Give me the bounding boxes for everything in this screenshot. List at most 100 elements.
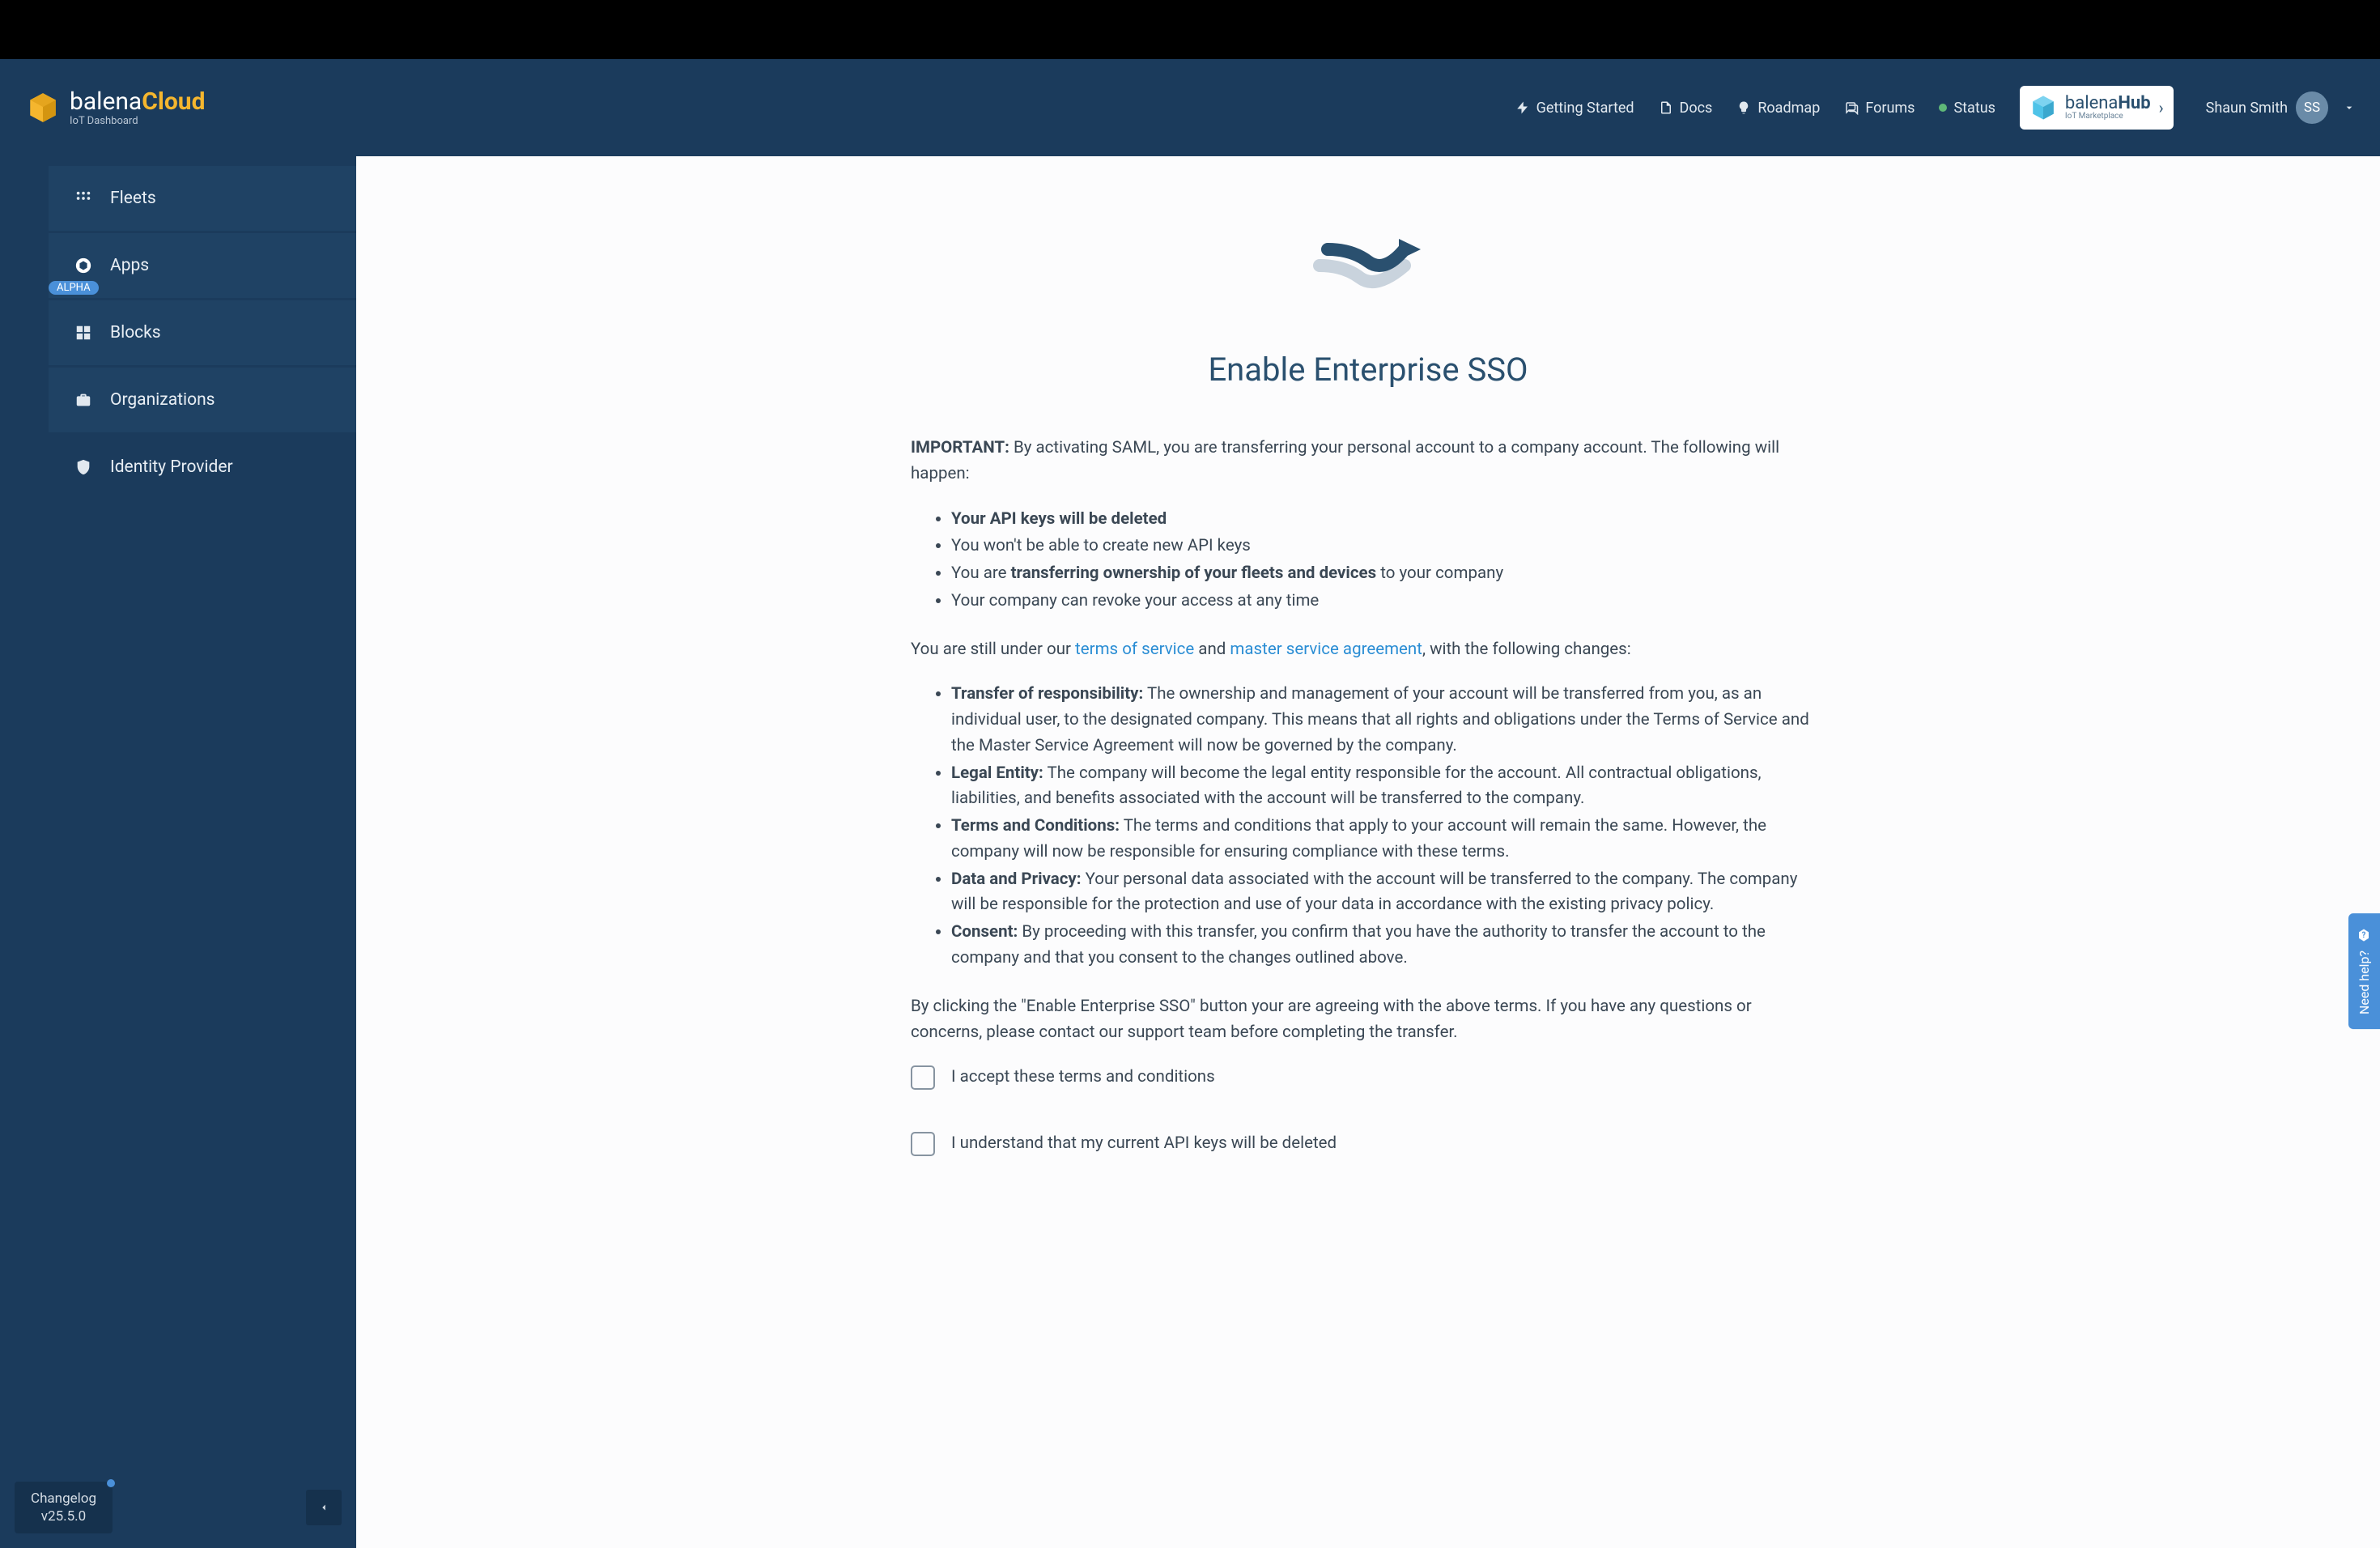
- avatar: SS: [2296, 91, 2328, 124]
- sidebar-label: Identity Provider: [110, 457, 233, 477]
- list-item: Terms and Conditions: The terms and cond…: [951, 814, 1825, 865]
- user-name: Shaun Smith: [2206, 100, 2288, 117]
- list-item: Transfer of responsibility: The ownershi…: [951, 682, 1825, 759]
- brand-name-2: Cloud: [142, 87, 205, 116]
- shield-icon: [74, 458, 92, 476]
- sidebar-item-identity-provider[interactable]: Identity Provider: [49, 435, 356, 500]
- chevron-down-icon: [2343, 101, 2356, 114]
- file-icon: [1659, 100, 1673, 115]
- apps-icon: [74, 257, 92, 274]
- briefcase-icon: [74, 391, 92, 409]
- nav-docs[interactable]: Docs: [1659, 100, 1713, 117]
- sidebar-label: Organizations: [110, 390, 215, 410]
- help-label: Need help?: [2357, 950, 2372, 1014]
- checkbox-api-keys[interactable]: [911, 1132, 935, 1156]
- nav-getting-started[interactable]: Getting Started: [1515, 100, 1634, 117]
- li-title: Transfer of responsibility:: [951, 684, 1143, 704]
- svg-text:?: ?: [2362, 931, 2366, 940]
- changelog-version: v25.5.0: [31, 1508, 96, 1525]
- still-under-paragraph: You are still under our terms of service…: [911, 637, 1825, 663]
- list-item: You are transferring ownership of your f…: [951, 561, 1825, 587]
- sidebar: Fleets Apps ALPHA Blocks Organizations: [0, 156, 356, 1548]
- li-pre: You are: [951, 563, 1011, 583]
- logo-cube-icon: [26, 91, 60, 125]
- brand-subtitle: IoT Dashboard: [70, 116, 205, 126]
- hub-name-1: balena: [2065, 93, 2118, 113]
- hub-cube-icon: [2029, 94, 2057, 121]
- sidebar-item-fleets[interactable]: Fleets: [49, 166, 356, 232]
- list-item: You won't be able to create new API keys: [951, 534, 1825, 559]
- nav-status[interactable]: Status: [1939, 100, 1995, 117]
- important-paragraph: IMPORTANT: By activating SAML, you are t…: [911, 436, 1825, 487]
- tos-link[interactable]: terms of service: [1075, 640, 1194, 659]
- notification-dot-icon: [107, 1479, 115, 1487]
- list-item: Legal Entity: The company will become th…: [951, 761, 1825, 813]
- checkbox-terms[interactable]: [911, 1065, 935, 1090]
- alpha-badge: ALPHA: [49, 281, 99, 295]
- changelog-label: Changelog: [31, 1490, 96, 1508]
- nav-label: Status: [1953, 100, 1995, 117]
- list-item: Consent: By proceeding with this transfe…: [951, 920, 1825, 972]
- changes-list: Transfer of responsibility: The ownershi…: [951, 682, 1825, 971]
- li-text: By proceeding with this transfer, you co…: [951, 922, 1766, 968]
- bulb-icon: [1736, 100, 1751, 115]
- user-menu[interactable]: Shaun Smith SS: [2206, 91, 2356, 124]
- li-title: Consent:: [951, 922, 1018, 942]
- important-label: IMPORTANT:: [911, 438, 1009, 457]
- footer-paragraph: By clicking the "Enable Enterprise SSO" …: [911, 994, 1825, 1046]
- nav-label: Getting Started: [1536, 100, 1634, 117]
- li-title: Terms and Conditions:: [951, 816, 1120, 836]
- nav-forums[interactable]: Forums: [1844, 100, 1915, 117]
- list-item: Data and Privacy: Your personal data ass…: [951, 867, 1825, 919]
- checkbox-label: I accept these terms and conditions: [951, 1065, 1215, 1091]
- important-text: By activating SAML, you are transferring…: [911, 438, 1779, 483]
- text: You are still under our: [911, 640, 1075, 659]
- chat-icon: [1844, 100, 1859, 115]
- checkbox-label: I understand that my current API keys wi…: [951, 1131, 1337, 1157]
- changelog-button[interactable]: Changelog v25.5.0: [15, 1482, 113, 1533]
- hub-name-2: Hub: [2118, 93, 2150, 113]
- fleets-icon: [74, 189, 92, 207]
- li-text: Your API keys will be deleted: [951, 509, 1167, 529]
- nav-roadmap[interactable]: Roadmap: [1736, 100, 1820, 117]
- li-text: The company will become the legal entity…: [951, 763, 1762, 809]
- help-icon: ?: [2357, 928, 2372, 942]
- sidebar-label: Fleets: [110, 189, 156, 208]
- hub-subtitle: IoT Marketplace: [2065, 113, 2151, 121]
- text: , with the following changes:: [1422, 640, 1631, 659]
- li-post: to your company: [1376, 563, 1503, 583]
- brand-logo[interactable]: balenaCloud IoT Dashboard: [26, 90, 205, 126]
- page-title: Enable Enterprise SSO: [911, 351, 1825, 389]
- sidebar-label: Apps: [110, 256, 149, 275]
- sidebar-label: Blocks: [110, 323, 161, 342]
- msa-link[interactable]: master service agreement: [1230, 640, 1422, 659]
- blocks-icon: [74, 324, 92, 342]
- list-item: Your company can revoke your access at a…: [951, 589, 1825, 615]
- status-dot-icon: [1939, 104, 1947, 112]
- window-chrome: [0, 0, 2380, 59]
- hub-button[interactable]: balenaHub IoT Marketplace ›: [2020, 86, 2174, 130]
- nav-label: Forums: [1865, 100, 1915, 117]
- text: and: [1194, 640, 1230, 659]
- sidebar-item-blocks[interactable]: Blocks: [49, 300, 356, 366]
- nav-label: Docs: [1680, 100, 1713, 117]
- collapse-sidebar-button[interactable]: [306, 1490, 342, 1525]
- nav-label: Roadmap: [1757, 100, 1820, 117]
- help-tab[interactable]: Need help? ?: [2348, 913, 2380, 1029]
- brand-name-1: balena: [70, 87, 142, 116]
- checkbox-api-keys-row: I understand that my current API keys wi…: [911, 1131, 1825, 1157]
- chevron-left-icon: [318, 1502, 329, 1513]
- li-bold: transferring ownership of your fleets an…: [1011, 563, 1377, 583]
- sidebar-item-organizations[interactable]: Organizations: [49, 368, 356, 433]
- page-hero-icon: [911, 221, 1825, 310]
- bolt-icon: [1515, 100, 1530, 115]
- list-item: Your API keys will be deleted: [951, 507, 1825, 533]
- consequences-list: Your API keys will be deleted You won't …: [951, 507, 1825, 615]
- main-content: Enable Enterprise SSO IMPORTANT: By acti…: [356, 156, 2380, 1548]
- checkbox-terms-row: I accept these terms and conditions: [911, 1065, 1825, 1091]
- sidebar-item-apps[interactable]: Apps ALPHA: [49, 233, 356, 299]
- li-title: Data and Privacy:: [951, 870, 1082, 889]
- li-title: Legal Entity:: [951, 763, 1043, 783]
- chevron-right-icon: ›: [2159, 98, 2164, 117]
- app-header: balenaCloud IoT Dashboard Getting Starte…: [0, 59, 2380, 156]
